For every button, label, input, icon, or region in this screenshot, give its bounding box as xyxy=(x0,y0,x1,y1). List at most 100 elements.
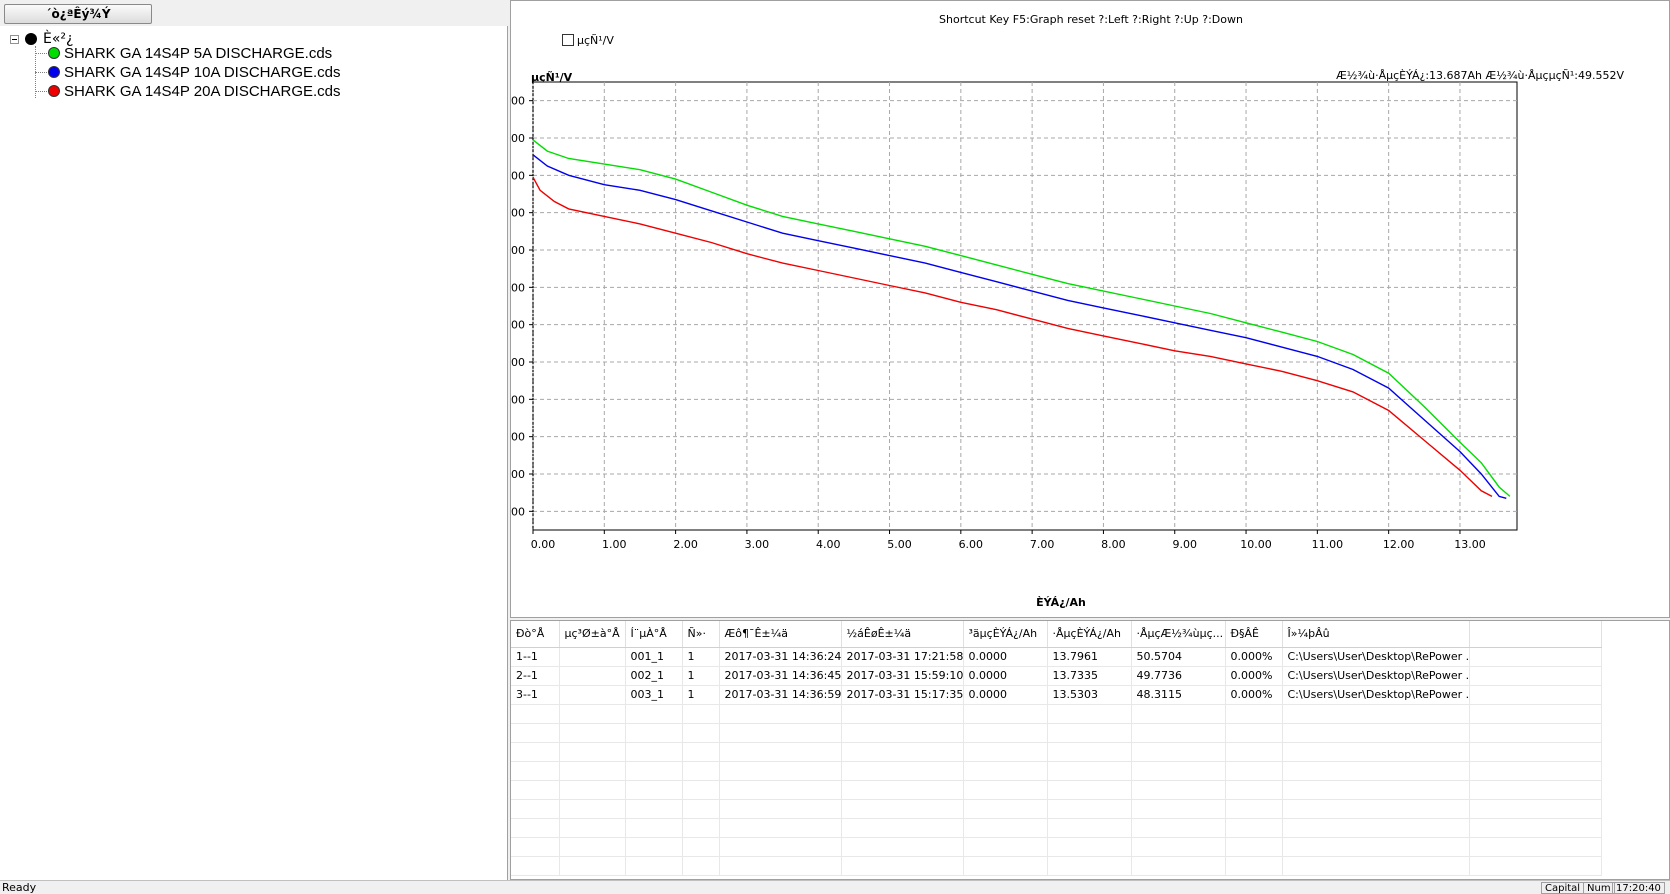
table-row[interactable]: 3--1 003_1 1 2017-03-31 14:36:59 2017-03-31 … xyxy=(511,685,1602,705)
table-cell xyxy=(559,685,626,705)
column-header[interactable]: Î»¼þÂû xyxy=(1282,621,1470,648)
table-cell xyxy=(1469,761,1602,781)
tree-item-file-2[interactable]: SHARK GA 14S4P 10A DISCHARGE.cds xyxy=(35,62,341,82)
table-row[interactable] xyxy=(511,761,1602,781)
table-cell xyxy=(841,818,964,838)
table-cell: 0.000% xyxy=(1225,685,1283,705)
table-cell xyxy=(963,761,1048,781)
table-cell xyxy=(1469,799,1602,819)
table-cell xyxy=(511,837,560,857)
table-cell: 2017-03-31 15:17:35 xyxy=(841,685,964,705)
table-cell xyxy=(1047,837,1132,857)
open-data-button[interactable]: ´ò¿ªÊý¾Ý xyxy=(4,4,152,24)
table-cell xyxy=(963,723,1048,743)
table-cell xyxy=(511,799,560,819)
file-tree-pane: ´ò¿ªÊý¾Ý È«²¿ SHARK GA 14S4P 5A DISCHARG… xyxy=(0,0,508,880)
table-cell xyxy=(559,856,626,876)
chart-panel[interactable]: Shortcut Key F5:Graph reset ?:Left ?:Rig… xyxy=(510,0,1670,618)
table-cell xyxy=(1469,704,1602,724)
table-cell xyxy=(1047,799,1132,819)
plot-area xyxy=(532,81,1518,531)
table-row[interactable] xyxy=(511,856,1602,876)
table-cell xyxy=(559,647,626,667)
table-cell xyxy=(511,856,560,876)
column-header[interactable]: Æô¶¯Ê±¼ä xyxy=(719,621,842,648)
x-tick-label: 3.00 xyxy=(745,538,770,551)
table-row[interactable] xyxy=(511,837,1602,857)
table-cell xyxy=(1469,723,1602,743)
table-cell xyxy=(682,780,720,800)
table-cell xyxy=(1047,723,1132,743)
tree-connector xyxy=(35,90,47,92)
table-row[interactable]: 2--1 002_1 1 2017-03-31 14:36:45 2017-03-31 … xyxy=(511,666,1602,686)
table-cell xyxy=(559,704,626,724)
table-cell xyxy=(719,723,842,743)
y-tick-label: 42.000 xyxy=(511,431,525,444)
table-cell xyxy=(1047,856,1132,876)
table-cell xyxy=(1131,780,1226,800)
table-cell xyxy=(719,742,842,762)
status-text: Ready xyxy=(2,881,37,894)
y-tick-label: 48.000 xyxy=(511,319,525,332)
table-cell xyxy=(963,704,1048,724)
column-header-empty xyxy=(1469,621,1602,648)
table-cell xyxy=(682,837,720,857)
x-tick-label: 0.00 xyxy=(531,538,556,551)
table-cell: 2017-03-31 17:21:58 xyxy=(841,647,964,667)
tree-item-file-3[interactable]: SHARK GA 14S4P 20A DISCHARGE.cds xyxy=(35,81,341,101)
table-row[interactable] xyxy=(511,780,1602,800)
x-tick-label: 6.00 xyxy=(959,538,984,551)
column-header[interactable]: ·ÅµçÈÝÁ¿/Ah xyxy=(1047,621,1132,648)
table-cell xyxy=(682,799,720,819)
table-cell xyxy=(682,818,720,838)
x-tick-label: 1.00 xyxy=(602,538,627,551)
table-cell: 0.000% xyxy=(1225,666,1283,686)
table-cell xyxy=(841,780,964,800)
x-tick-label: 5.00 xyxy=(887,538,912,551)
column-header[interactable]: µç³Ø±à°Å xyxy=(559,621,626,648)
discharge-chart[interactable]: 38.000 40.000 42.000 44.000 46.000 48.000 50.0… xyxy=(511,1,1669,617)
x-tick-label: 9.00 xyxy=(1172,538,1197,551)
table-row[interactable] xyxy=(511,742,1602,762)
table-row[interactable] xyxy=(511,799,1602,819)
file-name: SHARK GA 14S4P 10A DISCHARGE.cds xyxy=(64,63,341,81)
table-cell xyxy=(559,666,626,686)
table-cell xyxy=(963,742,1048,762)
table-cell xyxy=(1047,704,1132,724)
table-row[interactable]: 1--1 001_1 1 2017-03-31 14:36:24 2017-03-31 … xyxy=(511,647,1602,667)
table-row[interactable] xyxy=(511,723,1602,743)
column-header[interactable]: Ñ­»· xyxy=(682,621,720,648)
collapse-toggle-icon[interactable] xyxy=(10,34,19,44)
column-header[interactable]: Í¨µÀ°Å xyxy=(625,621,683,648)
table-cell xyxy=(1469,837,1602,857)
table-cell xyxy=(682,856,720,876)
table-cell xyxy=(841,856,964,876)
table-cell xyxy=(1131,818,1226,838)
table-cell xyxy=(1469,666,1602,686)
column-header[interactable]: ·ÅµçÆ½¾ùµç... xyxy=(1131,621,1226,648)
table-cell xyxy=(559,799,626,819)
series-color-icon xyxy=(48,47,60,59)
table-cell xyxy=(1131,799,1226,819)
table-cell: 48.3115 xyxy=(1131,685,1226,705)
y-tick-label: 46.000 xyxy=(511,356,525,369)
table-cell: 003_1 xyxy=(625,685,683,705)
table-row[interactable] xyxy=(511,704,1602,724)
table-cell xyxy=(1282,799,1470,819)
column-header[interactable]: Ðò°Å xyxy=(511,621,560,648)
table-cell xyxy=(682,742,720,762)
table-cell: 2--1 xyxy=(511,666,560,686)
table-cell xyxy=(1131,742,1226,762)
table-cell xyxy=(1225,837,1283,857)
column-header[interactable]: ½áÊøÊ±¼ä xyxy=(841,621,964,648)
tree-item-file-1[interactable]: SHARK GA 14S4P 5A DISCHARGE.cds xyxy=(35,43,332,63)
x-tick-label: 11.00 xyxy=(1312,538,1344,551)
y-tick-label: 54.000 xyxy=(511,207,525,220)
table-row[interactable] xyxy=(511,818,1602,838)
table-cell xyxy=(511,742,560,762)
table-cell: C:\Users\User\Desktop\RePower ... xyxy=(1282,647,1470,667)
column-header[interactable]: ³äµçÈÝÁ¿/Ah xyxy=(963,621,1048,648)
table-cell xyxy=(559,761,626,781)
table-cell xyxy=(625,799,683,819)
column-header[interactable]: Ð§ÂÊ xyxy=(1225,621,1283,648)
